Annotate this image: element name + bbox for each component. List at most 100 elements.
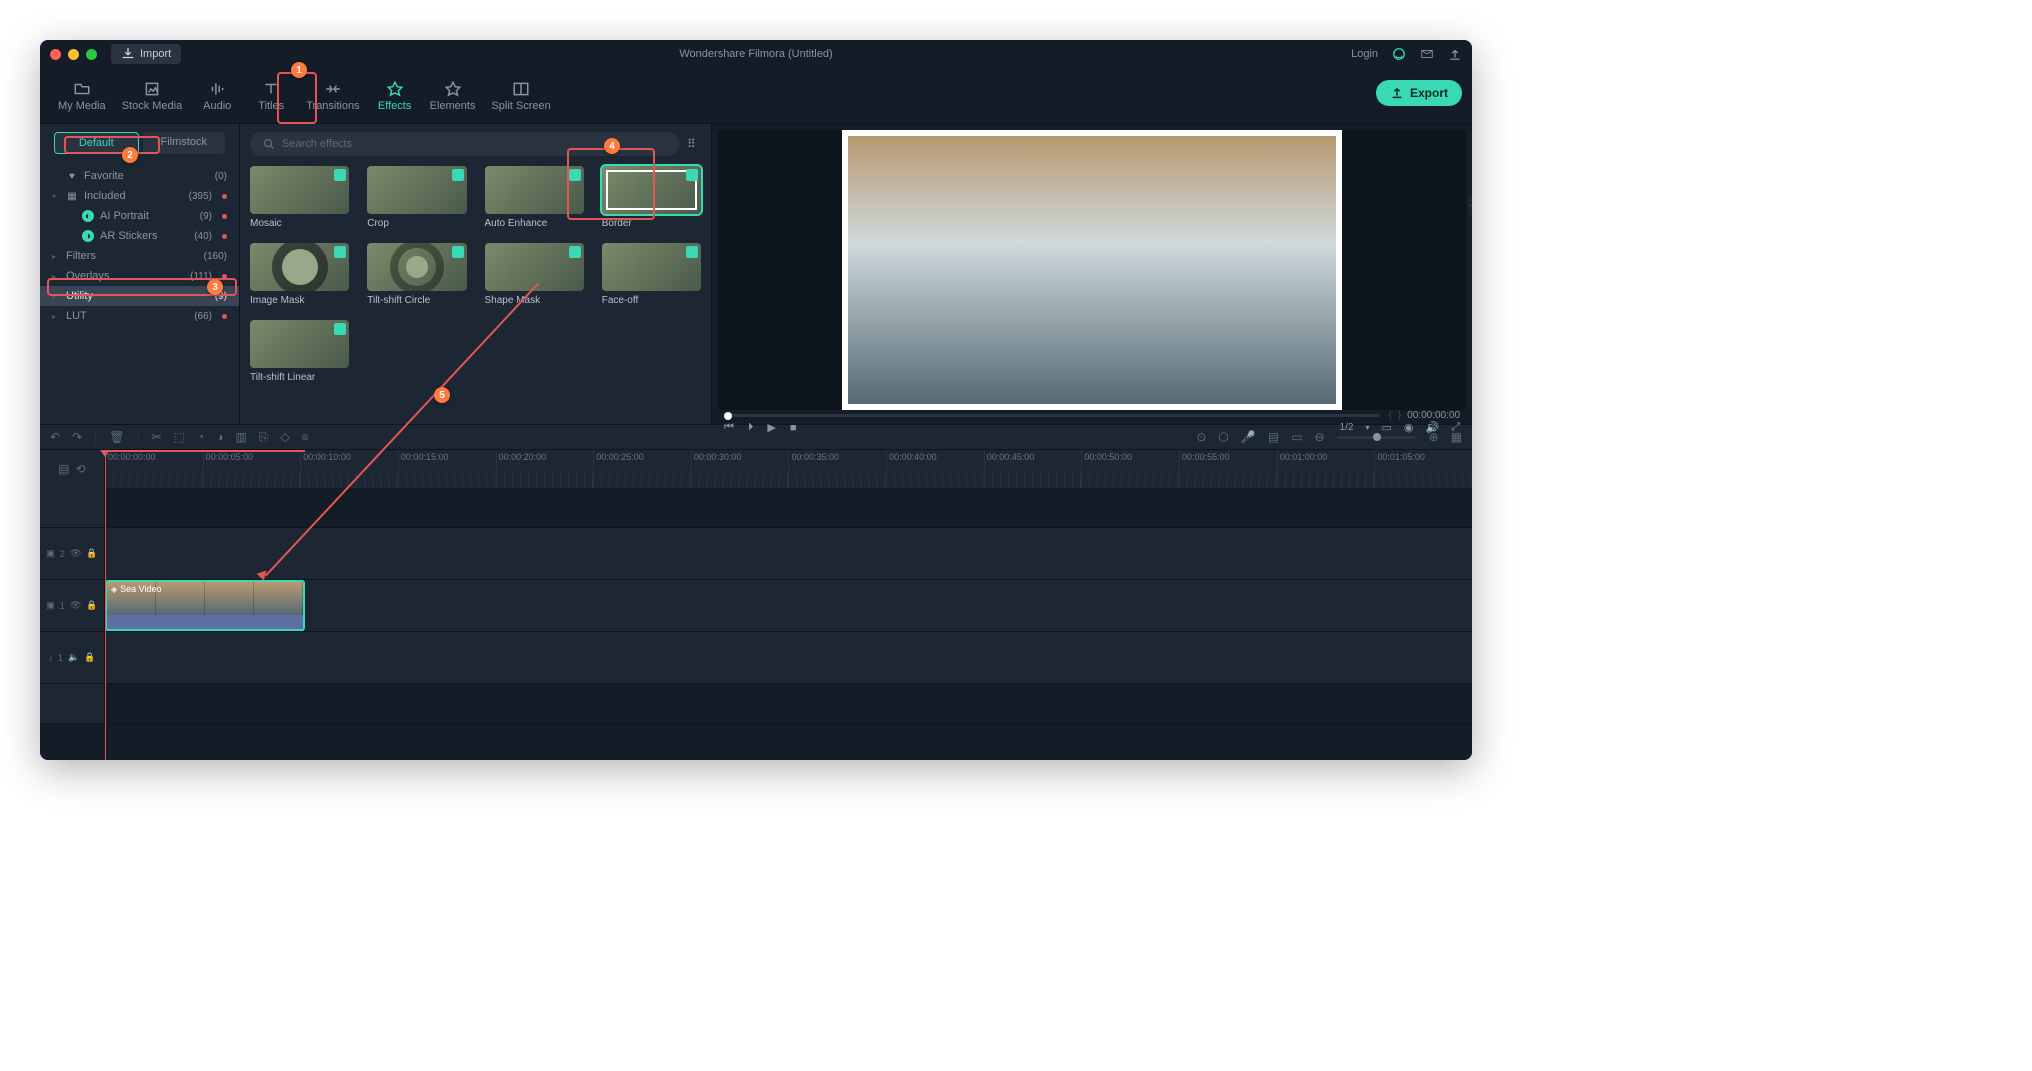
collapse-panel-icon[interactable]: ◂ (1468, 195, 1472, 215)
link-icon[interactable]: ⟲ (76, 462, 86, 476)
zoom-in-icon[interactable]: ⊕ (1429, 430, 1439, 444)
export-button[interactable]: Export (1376, 80, 1462, 106)
effect-face-off[interactable]: Face-off (602, 243, 701, 306)
speed-icon[interactable]: ◔ (197, 430, 204, 444)
lock-icon[interactable]: 🔒 (86, 548, 97, 559)
lock-icon[interactable]: 🔒 (84, 652, 95, 663)
delete-icon[interactable]: 🗑 (109, 430, 124, 444)
stock-media-icon (143, 80, 161, 98)
zoom-out-icon[interactable]: ⊖ (1315, 430, 1325, 444)
tree-filters[interactable]: ▸Filters(160) (40, 246, 239, 266)
effect-border[interactable]: Border (602, 166, 701, 229)
detach-icon[interactable]: ⎘ (259, 430, 269, 445)
crop-icon[interactable]: ⬚ (174, 430, 185, 444)
titlebar: Import Wondershare Filmora (Untitled) Lo… (40, 40, 1472, 68)
side-panel: Default Filmstock ♥Favorite(0)▾▦Included… (40, 124, 240, 424)
voiceover-icon[interactable]: 🎤 (1241, 430, 1256, 444)
effect-auto-enhance[interactable]: Auto Enhance (485, 166, 584, 229)
stop-icon[interactable]: ■ (790, 422, 797, 434)
new-dot-icon (222, 214, 227, 219)
eye-icon[interactable]: 👁 (70, 548, 81, 559)
effect-thumbnail (485, 166, 584, 214)
greenscreen-icon[interactable]: ▥ (236, 430, 247, 444)
tab-elements[interactable]: Elements (422, 80, 484, 112)
effect-thumbnail (485, 243, 584, 291)
keyframe-icon[interactable]: ◇ (280, 430, 289, 444)
tab-titles[interactable]: Titles (244, 80, 298, 112)
adjust-icon[interactable]: ≡ (302, 430, 309, 444)
playhead[interactable] (105, 450, 106, 760)
tab-audio[interactable]: Audio (190, 80, 244, 112)
speaker-icon[interactable]: 🔈 (68, 652, 79, 663)
search-input[interactable]: Search effects (250, 132, 679, 156)
new-dot-icon (222, 194, 227, 199)
effect-image-mask[interactable]: Image Mask (250, 243, 349, 306)
tree-ar-stickers[interactable]: ◑AR Stickers(40) (40, 226, 239, 246)
effect-mosaic[interactable]: Mosaic (250, 166, 349, 229)
search-icon (262, 137, 276, 151)
color-icon[interactable]: ◑ (216, 430, 223, 444)
tab-effects[interactable]: Effects (368, 80, 422, 112)
mixer-icon[interactable]: ▤ (1268, 430, 1279, 444)
step-back-icon[interactable]: ⏵ (748, 421, 754, 434)
timeline-clip[interactable]: Sea Video (105, 580, 305, 631)
timeline-ruler[interactable]: 00:00:00:0000:00:05:0000:00:10:0000:00:1… (105, 450, 1472, 488)
new-dot-icon (222, 234, 227, 239)
zoom-fit-icon[interactable]: ▦ (1451, 430, 1462, 444)
cut-icon[interactable]: ✂ (152, 430, 162, 444)
login-button[interactable]: Login (1351, 48, 1378, 60)
ruler-tick: 00:00:25:00 (593, 450, 691, 488)
ruler-tick: 00:00:20:00 (496, 450, 594, 488)
track-head-video1[interactable]: ▣1 👁 🔒 (40, 580, 105, 631)
render-icon[interactable]: ⊙ (1196, 430, 1206, 444)
effect-tilt-shift-linear[interactable]: Tilt-shift Linear (250, 320, 349, 383)
window-close[interactable] (50, 49, 61, 60)
ruler-tick: 00:00:15:00 (398, 450, 496, 488)
track-manage-icon[interactable]: ▤ (58, 462, 69, 476)
effect-thumbnail (602, 166, 701, 214)
track-head-audio1[interactable]: ♪1 🔈 🔒 (40, 632, 105, 683)
effect-crop[interactable]: Crop (367, 166, 466, 229)
effect-tilt-shift-circle[interactable]: Tilt-shift Circle (367, 243, 466, 306)
subtab-filmstock[interactable]: Filmstock (143, 132, 226, 154)
snap-icon[interactable]: ▭ (1291, 430, 1302, 444)
tree-overlays[interactable]: ▸Overlays(111) (40, 266, 239, 286)
marker-icon[interactable]: ⬡ (1218, 430, 1228, 444)
ruler-tick: 00:00:50:00 (1081, 450, 1179, 488)
redo-icon[interactable]: ↷ (72, 430, 82, 444)
tree-favorite[interactable]: ♥Favorite(0) (40, 166, 239, 186)
tree-included[interactable]: ▾▦Included(395) (40, 186, 239, 206)
window-minimize[interactable] (68, 49, 79, 60)
clip-label: Sea Video (120, 584, 161, 594)
window-maximize[interactable] (86, 49, 97, 60)
tab-transitions[interactable]: Transitions (298, 80, 367, 112)
effect-shape-mask[interactable]: Shape Mask (485, 243, 584, 306)
headset-icon[interactable] (1392, 47, 1406, 61)
tab-my-media[interactable]: My Media (50, 80, 114, 112)
export-icon (1390, 86, 1404, 100)
grid-view-icon[interactable]: ⠿ (687, 137, 701, 151)
track-head-video2[interactable]: ▣2 👁 🔒 (40, 528, 105, 579)
preview-image (842, 130, 1342, 410)
mail-icon[interactable] (1420, 47, 1434, 61)
tree-utility[interactable]: ▸Utility(9) (40, 286, 239, 306)
import-button[interactable]: Import (111, 44, 181, 64)
tab-stock-media[interactable]: Stock Media (114, 80, 191, 112)
zoom-slider[interactable] (1337, 436, 1417, 439)
eye-icon[interactable]: 👁 (70, 600, 81, 611)
timeline[interactable]: ▤ ⟲ 00:00:00:0000:00:05:0000:00:10:0000:… (40, 450, 1472, 760)
lock-icon[interactable]: 🔒 (86, 600, 97, 611)
undo-icon[interactable]: ↶ (50, 430, 60, 444)
subtab-default[interactable]: Default (54, 132, 139, 154)
play-icon[interactable]: ▶ (767, 421, 775, 434)
upload-icon[interactable] (1448, 47, 1462, 61)
effects-panel: Search effects ⠿ Mosaic Crop Auto Enhance B… (240, 124, 712, 424)
tab-split-screen[interactable]: Split Screen (483, 80, 558, 112)
tree-lut[interactable]: ▸LUT(66) (40, 306, 239, 326)
main-tabs: My MediaStock MediaAudioTitlesTransition… (40, 68, 1472, 124)
preview-panel: {}00:00:00:00 ⏮ ⏵ ▶ ■ 1/2 ▾ ▭ ◉ 🔊 ⤢ (712, 124, 1472, 424)
prev-frame-icon[interactable]: ⏮ (724, 421, 734, 434)
export-label: Export (1410, 86, 1448, 100)
preview-scrubber[interactable] (724, 414, 1380, 417)
tree-ai-portrait[interactable]: ◐AI Portrait(9) (40, 206, 239, 226)
